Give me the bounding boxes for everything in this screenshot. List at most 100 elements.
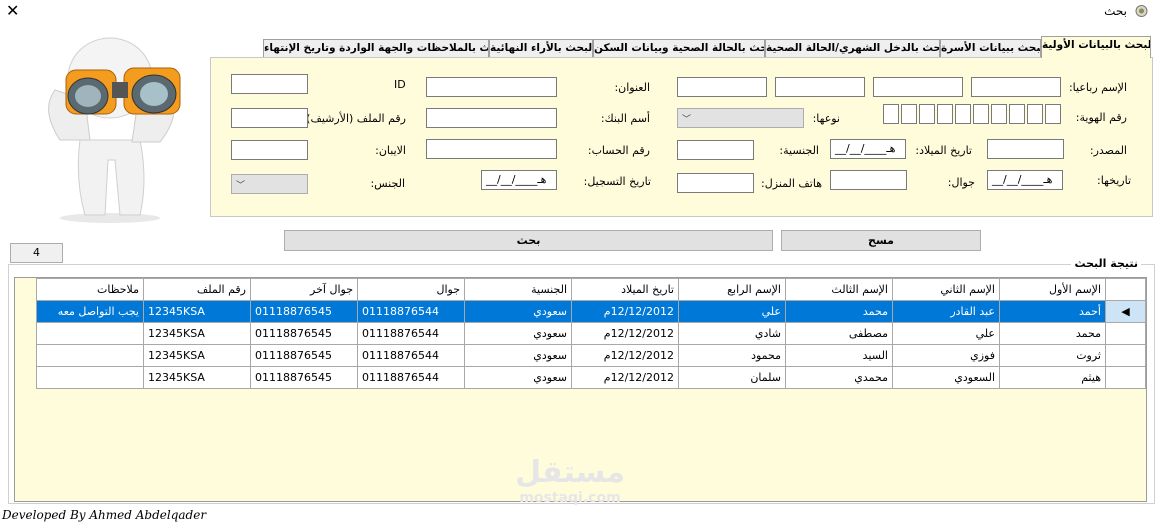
table-row[interactable]: ◀ أحمد عبد القادر محمد علي 12/12/2012م س… (36, 300, 1146, 323)
column-header[interactable]: جوال آخر (250, 278, 358, 301)
bank-name-field[interactable] (426, 108, 557, 128)
home-phone-field[interactable] (677, 173, 754, 193)
gender-dropdown[interactable]: ﹀ (231, 174, 308, 194)
table-cell[interactable]: 12/12/2012م (571, 300, 679, 323)
column-header[interactable]: الإسم الرابع (678, 278, 786, 301)
source-field[interactable] (987, 139, 1064, 159)
table-row[interactable]: هيثم السعودي محمدي سلمان 12/12/2012م سعو… (36, 366, 1146, 389)
id-digit-box[interactable] (919, 104, 935, 124)
table-cell[interactable]: محمدي (785, 366, 893, 389)
column-header[interactable]: تاريخ الميلاد (571, 278, 679, 301)
table-cell[interactable]: السعودي (892, 366, 1000, 389)
search-button[interactable]: بحث (284, 230, 773, 251)
table-cell[interactable]: هيثم (999, 366, 1106, 389)
table-cell[interactable]: 12345KSA (143, 344, 251, 367)
table-cell[interactable]: يجب التواصل معه (36, 300, 144, 323)
id-field[interactable] (231, 74, 308, 94)
table-row[interactable]: محمد علي مصطفى شادي 12/12/2012م سعودي 01… (36, 322, 1146, 345)
issue-date-field[interactable]: __/__/____هـ (987, 170, 1063, 190)
tab-family-info[interactable]: البحث ببيانات الأسرة (940, 39, 1041, 57)
chevron-down-icon: ﹀ (682, 115, 692, 125)
tab-income-health[interactable]: البحث بالدخل الشهري/الحالة الصحية (765, 39, 940, 57)
row-header[interactable] (1105, 322, 1146, 345)
tab-notes-expiry[interactable]: البحث بالملاحظات والجهة الواردة وتاريخ ا… (263, 39, 489, 57)
table-cell[interactable]: سلمان (678, 366, 786, 389)
nationality-field[interactable] (677, 140, 754, 160)
column-header[interactable]: رقم الملف (143, 278, 251, 301)
iban-field[interactable] (231, 140, 308, 160)
column-header[interactable]: الإسم الأول (999, 278, 1106, 301)
id-digit-box[interactable] (901, 104, 917, 124)
column-header[interactable]: الجنسية (464, 278, 572, 301)
table-cell[interactable]: محمود (678, 344, 786, 367)
name-part-4-field[interactable] (677, 77, 767, 97)
address-field[interactable] (426, 77, 557, 97)
column-header[interactable]: الإسم الثالث (785, 278, 893, 301)
mobile-field[interactable] (830, 170, 907, 190)
table-cell[interactable]: 12345KSA (143, 366, 251, 389)
table-cell[interactable] (36, 366, 144, 389)
table-cell[interactable]: 01118876545 (250, 300, 358, 323)
row-header-corner (1105, 278, 1146, 301)
table-cell[interactable]: 12345KSA (143, 322, 251, 345)
table-cell[interactable] (36, 322, 144, 345)
table-cell[interactable]: محمد (999, 322, 1106, 345)
table-cell[interactable]: علي (678, 300, 786, 323)
table-cell[interactable]: 01118876544 (357, 322, 465, 345)
tab-health-housing[interactable]: البحث بالحالة الصحية وبيانات السكن (593, 39, 765, 57)
row-header[interactable] (1105, 344, 1146, 367)
table-cell[interactable]: 01118876544 (357, 344, 465, 367)
tab-final-opinions[interactable]: البحث بالأراء النهائية (489, 39, 593, 57)
name-part-2-field[interactable] (873, 77, 963, 97)
id-type-dropdown[interactable]: ﹀ (677, 108, 804, 128)
table-cell[interactable]: أحمد (999, 300, 1106, 323)
account-no-field[interactable] (426, 139, 557, 159)
table-cell[interactable]: 01118876544 (357, 300, 465, 323)
table-cell[interactable]: 12345KSA (143, 300, 251, 323)
table-cell[interactable] (36, 344, 144, 367)
table-header-row: الإسم الأول الإسم الثاني الإسم الثالث ال… (36, 278, 1146, 301)
id-digit-box[interactable] (991, 104, 1007, 124)
table-row[interactable]: ثروت فوزي السيد محمود 12/12/2012م سعودي … (36, 344, 1146, 367)
id-digit-box[interactable] (1009, 104, 1025, 124)
table-cell[interactable]: 12/12/2012م (571, 366, 679, 389)
nationality-label: الجنسية: (779, 144, 819, 157)
table-cell[interactable]: سعودي (464, 344, 572, 367)
table-cell[interactable]: فوزي (892, 344, 1000, 367)
table-cell[interactable]: علي (892, 322, 1000, 345)
table-cell[interactable]: ثروت (999, 344, 1106, 367)
name-part-3-field[interactable] (775, 77, 865, 97)
id-digit-box[interactable] (883, 104, 899, 124)
table-cell[interactable]: شادي (678, 322, 786, 345)
table-cell[interactable]: سعودي (464, 322, 572, 345)
clear-button[interactable]: مسح (781, 230, 981, 251)
id-digit-box[interactable] (1027, 104, 1043, 124)
table-cell[interactable]: سعودي (464, 300, 572, 323)
id-digit-box[interactable] (955, 104, 971, 124)
table-cell[interactable]: 01118876545 (250, 366, 358, 389)
table-cell[interactable]: 12/12/2012م (571, 344, 679, 367)
selected-row-marker-icon[interactable]: ◀ (1105, 300, 1146, 323)
column-header[interactable]: ملاحظات (36, 278, 144, 301)
id-digit-box[interactable] (1045, 104, 1061, 124)
table-cell[interactable]: سعودي (464, 366, 572, 389)
row-header[interactable] (1105, 366, 1146, 389)
id-digit-box[interactable] (973, 104, 989, 124)
table-cell[interactable]: 12/12/2012م (571, 322, 679, 345)
table-cell[interactable]: 01118876545 (250, 322, 358, 345)
tab-basic-info[interactable]: البحث بالبيانات الأولية (1041, 36, 1151, 58)
table-cell[interactable]: السيد (785, 344, 893, 367)
close-icon[interactable]: ✕ (6, 1, 19, 21)
column-header[interactable]: الإسم الثاني (892, 278, 1000, 301)
id-digit-box[interactable] (937, 104, 953, 124)
name-part-1-field[interactable] (971, 77, 1061, 97)
archive-no-field[interactable] (231, 108, 308, 128)
column-header[interactable]: جوال (357, 278, 465, 301)
table-cell[interactable]: محمد (785, 300, 893, 323)
table-cell[interactable]: 01118876544 (357, 366, 465, 389)
table-cell[interactable]: 01118876545 (250, 344, 358, 367)
table-cell[interactable]: عبد القادر (892, 300, 1000, 323)
table-cell[interactable]: مصطفى (785, 322, 893, 345)
registration-date-field[interactable]: __/__/____هـ (481, 170, 557, 190)
birth-date-field[interactable]: __/__/____هـ (830, 139, 906, 159)
